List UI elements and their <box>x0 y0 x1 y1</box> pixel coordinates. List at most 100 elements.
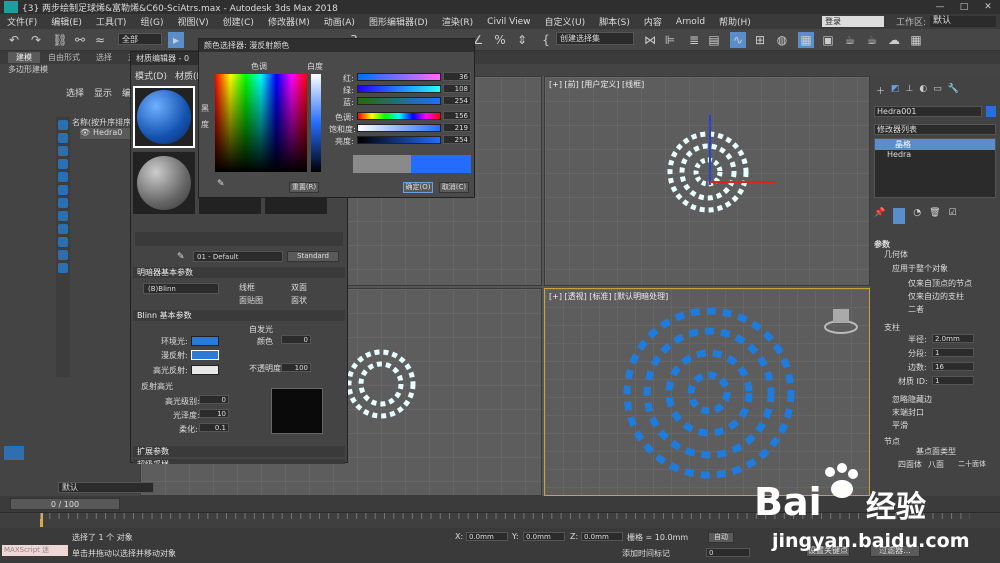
ambient-color-swatch[interactable] <box>191 336 219 346</box>
menu-graph-editors[interactable]: 图形编辑器(D) <box>362 15 435 28</box>
red-value[interactable]: 36 <box>443 72 471 81</box>
hue-value[interactable]: 156 <box>443 111 471 120</box>
login-dropdown[interactable]: 登录 <box>821 16 884 27</box>
eyedropper-icon[interactable]: ✎ <box>217 179 225 189</box>
close-button[interactable]: ✕ <box>976 2 1000 12</box>
ignore-hidden-checkbox[interactable]: 忽略隐藏边 <box>892 394 932 405</box>
explorer-item[interactable]: 👁 Hedra0 <box>80 128 130 139</box>
filter-icon[interactable] <box>58 133 68 143</box>
reset-button[interactable]: 重置(R) <box>289 182 319 193</box>
material-id-spinner[interactable]: 1 <box>932 376 974 385</box>
show-end-result-icon[interactable] <box>893 208 906 224</box>
self-illum-color-checkbox[interactable]: 颜色 <box>257 336 273 347</box>
explorer-menu-select[interactable]: 选择 <box>66 86 84 99</box>
blue-value[interactable]: 254 <box>443 96 471 105</box>
opacity-value[interactable]: 100 <box>281 363 311 372</box>
val-value[interactable]: 254 <box>443 135 471 144</box>
menu-rendering[interactable]: 渲染(R) <box>435 15 480 28</box>
create-tab-icon[interactable]: ＋ <box>876 84 885 100</box>
eyedropper-icon[interactable]: ✎ <box>177 252 185 262</box>
a360-gallery-icon[interactable]: ▦ <box>908 32 924 48</box>
material-name-field[interactable]: 01 - Default <box>193 251 283 262</box>
stack-item-hedra[interactable]: Hedra <box>875 150 995 161</box>
menu-animation[interactable]: 动画(A) <box>317 15 362 28</box>
material-editor-icon[interactable]: ◍ <box>774 32 790 48</box>
viewcube-icon[interactable] <box>823 305 859 335</box>
modifier-list-dropdown[interactable]: 修改器列表 <box>874 124 996 135</box>
spinner-snap-icon[interactable]: ⇕ <box>514 32 530 48</box>
two-sided-checkbox[interactable]: 双面 <box>291 282 307 293</box>
end-caps-checkbox[interactable]: 末端封口 <box>892 407 924 418</box>
make-unique-icon[interactable]: ◔ <box>913 208 921 224</box>
cancel-button[interactable]: 取消(C) <box>439 182 469 193</box>
green-slider[interactable] <box>357 85 441 93</box>
extended-rollout[interactable]: 扩展参数 <box>133 446 345 457</box>
stack-item-lattice[interactable]: 晶格 <box>875 139 995 150</box>
menu-scripting[interactable]: 脚本(S) <box>592 15 637 28</box>
whiteness-bar[interactable] <box>311 74 321 172</box>
apply-entire-checkbox[interactable]: 应用于整个对象 <box>892 263 948 274</box>
configure-sets-icon[interactable]: ☑ <box>949 208 957 224</box>
hue-field[interactable] <box>215 74 307 172</box>
selection-filter-dropdown[interactable]: 全部 <box>118 33 162 45</box>
workspace-dropdown[interactable]: 默认 <box>930 16 996 27</box>
object-color-swatch[interactable] <box>986 106 996 117</box>
object-name-field[interactable]: Hedra001 <box>874 106 982 117</box>
display-tab-icon[interactable]: ▭ <box>933 84 942 100</box>
select-object-icon[interactable]: ▸ <box>168 32 184 48</box>
blinn-rollout[interactable]: Blinn 基本参数 <box>133 310 345 321</box>
edit-named-selection-icon[interactable]: { <box>538 32 554 48</box>
menu-file[interactable]: 文件(F) <box>0 15 44 28</box>
filter-icon[interactable] <box>58 224 68 234</box>
filter-icon[interactable] <box>58 250 68 260</box>
menu-content[interactable]: 内容 <box>637 15 669 28</box>
align-icon[interactable]: ⊫ <box>662 32 678 48</box>
ribbon-tab-selection[interactable]: 选择 <box>88 52 120 63</box>
eye-icon[interactable]: 👁 <box>80 128 90 137</box>
self-illum-value[interactable]: 0 <box>281 335 311 344</box>
transform-gizmo[interactable] <box>695 107 795 187</box>
viewport-layout-icon[interactable] <box>4 446 24 460</box>
motion-tab-icon[interactable]: ◐ <box>919 84 927 100</box>
x-coordinate[interactable]: 0.0mm <box>466 532 508 541</box>
explorer-menu-display[interactable]: 显示 <box>94 86 112 99</box>
smooth-checkbox[interactable]: 平滑 <box>892 420 908 431</box>
material-type-button[interactable]: Standard <box>287 251 339 262</box>
radio-nodes-only[interactable]: 仅来自顶点的节点 <box>908 278 972 289</box>
layer-explorer-icon[interactable]: ≣ <box>686 32 702 48</box>
saturation-slider[interactable] <box>357 124 441 132</box>
menu-tools[interactable]: 工具(T) <box>89 15 134 28</box>
minimize-button[interactable]: — <box>928 2 952 12</box>
remove-modifier-icon[interactable]: 🗑 <box>929 208 940 224</box>
render-icon[interactable]: ☕ <box>842 32 858 48</box>
explorer-header[interactable]: 名称(按升序排序) <box>72 117 134 128</box>
sides-spinner[interactable]: 16 <box>932 362 974 371</box>
ok-button[interactable]: 确定(O) <box>403 182 433 193</box>
viewport-front[interactable]: [+] [前] [用户定义] [线框] <box>544 76 870 286</box>
filter-icon[interactable] <box>58 237 68 247</box>
unlink-icon[interactable]: ⚯ <box>72 32 88 48</box>
sample-slot-2[interactable] <box>133 152 195 214</box>
shaded-buckyball[interactable] <box>619 303 799 483</box>
filter-icon[interactable] <box>58 159 68 169</box>
undo-icon[interactable]: ↶ <box>6 32 22 48</box>
toggle-ribbon-icon[interactable]: ▤ <box>706 32 722 48</box>
radio-struts-only[interactable]: 仅来自边的支柱 <box>908 291 964 302</box>
viewport-label[interactable]: [+] [透视] [标准] [默认明暗处理] <box>549 291 668 302</box>
render-iterative-icon[interactable]: ☕ <box>864 32 880 48</box>
ribbon-tab-modeling[interactable]: 建模 <box>8 52 40 63</box>
modify-tab-icon[interactable]: ◩ <box>891 84 900 100</box>
sample-slot-1[interactable] <box>133 86 195 148</box>
maxscript-listener[interactable]: MAXScript 迷 <box>2 545 68 556</box>
schematic-view-icon[interactable]: ⊞ <box>752 32 768 48</box>
hierarchy-tab-icon[interactable]: ⊥ <box>906 84 914 100</box>
faceted-checkbox[interactable]: 面状 <box>291 295 307 306</box>
y-coordinate[interactable]: 0.0mm <box>523 532 565 541</box>
add-time-tag[interactable]: 添加时间标记 <box>622 548 670 559</box>
utilities-tab-icon[interactable]: 🔧 <box>948 84 959 100</box>
frame-indicator[interactable]: 0 / 100 <box>10 498 120 510</box>
redo-icon[interactable]: ↷ <box>28 32 44 48</box>
viewport-label[interactable]: [+] [前] [用户定义] [线框] <box>549 79 644 90</box>
mirror-icon[interactable]: ⋈ <box>642 32 658 48</box>
menu-views[interactable]: 视图(V) <box>170 15 215 28</box>
